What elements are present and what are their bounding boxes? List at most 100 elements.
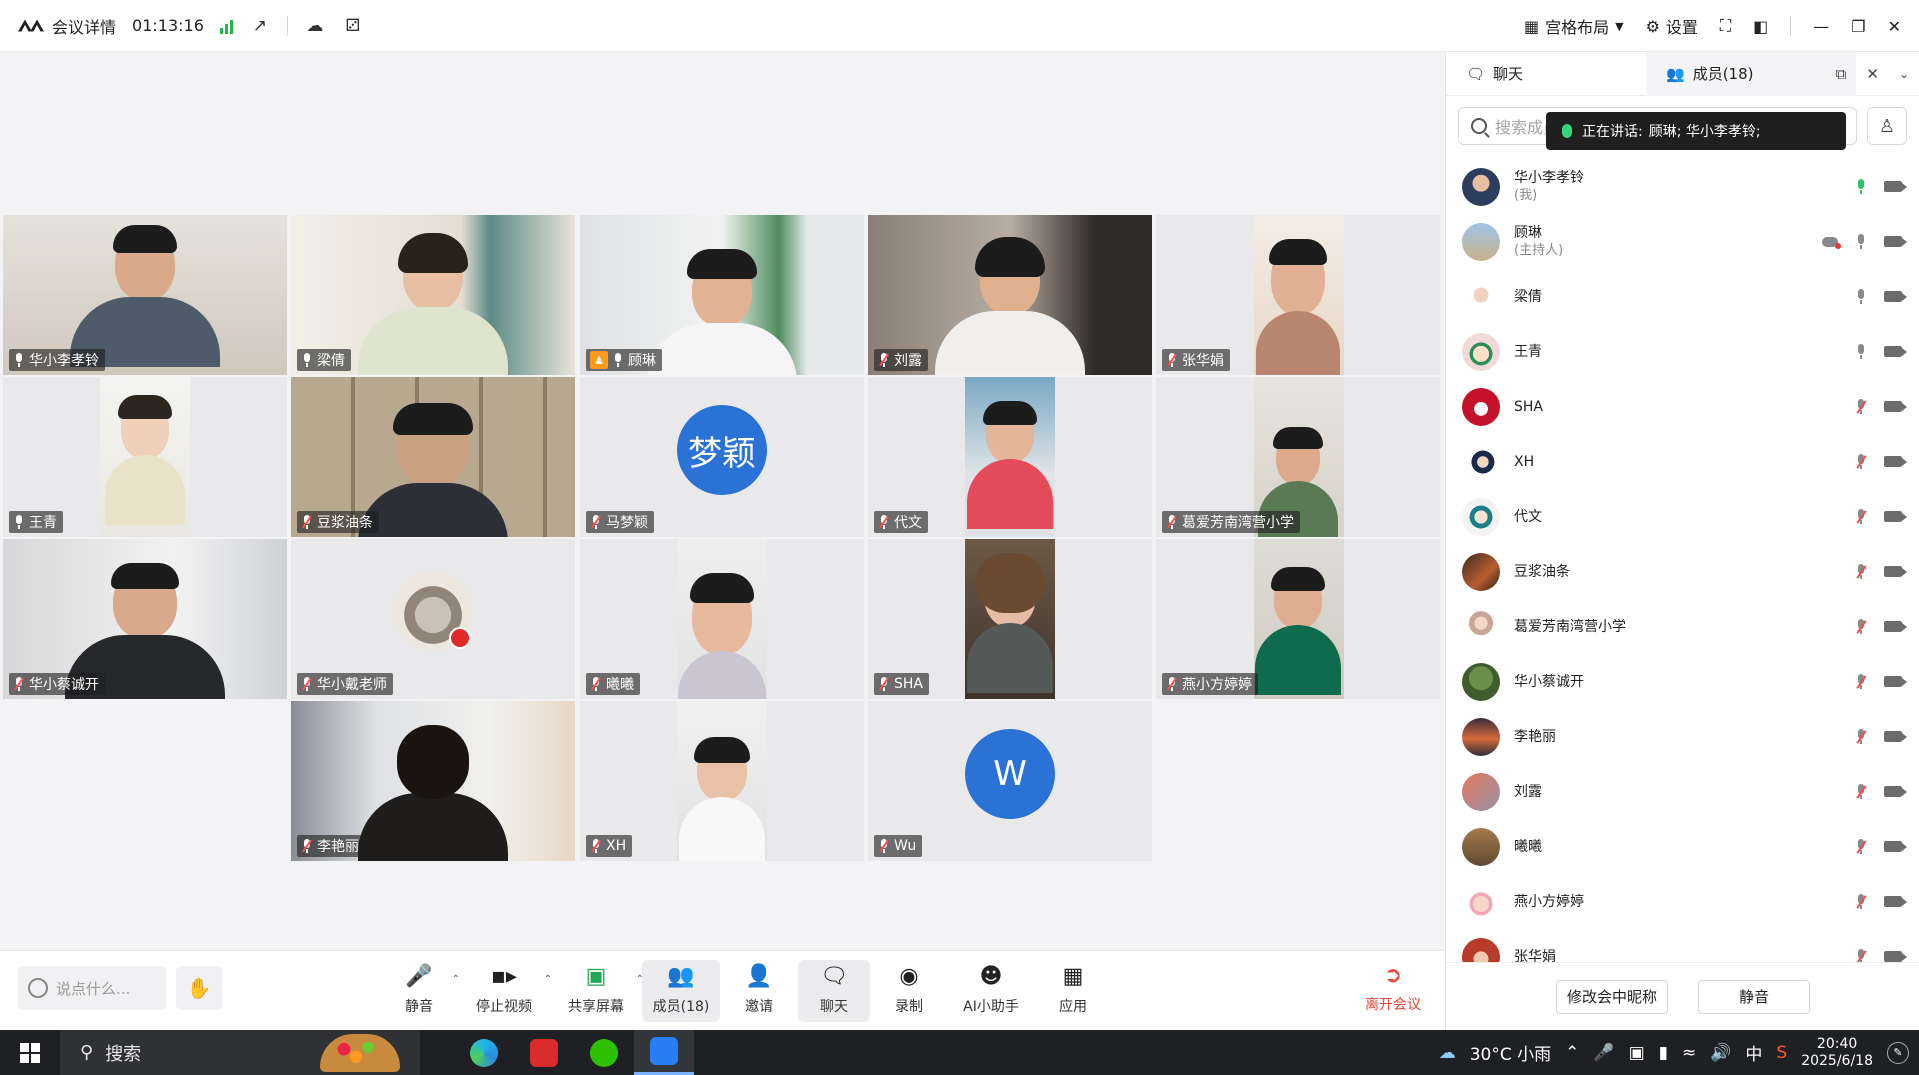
battery-icon[interactable]: ▮	[1659, 1043, 1668, 1063]
camera-icon[interactable]	[1884, 456, 1907, 467]
weather-label[interactable]: 30°C 小雨	[1470, 1040, 1551, 1065]
microphone-icon[interactable]: 🎤	[1593, 1043, 1614, 1063]
apps-button[interactable]: ▦ 应用	[1034, 960, 1112, 1022]
video-tile[interactable]: 王青	[3, 377, 287, 537]
mic-icon[interactable]	[1856, 178, 1866, 195]
video-tile[interactable]: 曦曦	[580, 539, 864, 699]
video-tile[interactable]: ♟ 顾琳	[580, 215, 864, 375]
tencent-meeting-app[interactable]	[634, 1030, 694, 1075]
start-button[interactable]	[0, 1030, 60, 1075]
chat-button[interactable]: 🗨 聊天	[798, 960, 870, 1022]
camera-icon[interactable]	[1884, 236, 1907, 247]
camera-icon[interactable]	[1884, 676, 1907, 687]
video-tile[interactable]: XH	[580, 701, 864, 861]
member-row[interactable]: 王青	[1446, 324, 1919, 379]
stop-video-button[interactable]: ▪▸ 停止视频 ⌃	[458, 960, 552, 1022]
video-tile[interactable]: 张华娟	[1156, 215, 1440, 375]
camera-icon[interactable]	[1884, 181, 1907, 192]
mic-icon[interactable]	[1856, 233, 1866, 250]
members-button[interactable]: 👥 成员(18)	[642, 960, 720, 1022]
video-tile[interactable]: SHA	[868, 539, 1152, 699]
video-tile[interactable]: W Wu	[868, 701, 1152, 861]
leave-meeting-button[interactable]: ➲ 离开会议	[1365, 963, 1421, 1014]
close-icon[interactable]: ✕	[1866, 65, 1879, 83]
video-tile[interactable]: 葛爱芳南湾营小学	[1156, 377, 1440, 537]
input-method-indicator[interactable]: 中	[1745, 1040, 1762, 1065]
video-tile[interactable]: 代文	[868, 377, 1152, 537]
camera-icon[interactable]	[1884, 896, 1907, 907]
mic-muted-icon[interactable]	[1856, 838, 1867, 855]
share-screen-button[interactable]: ▣ 共享屏幕 ⌃	[550, 960, 644, 1022]
mic-muted-icon[interactable]	[1856, 783, 1867, 800]
member-row[interactable]: 豆浆油条	[1446, 544, 1919, 599]
tab-members[interactable]: 👥 成员(18)	[1646, 51, 1856, 96]
camera-icon[interactable]	[1884, 786, 1907, 797]
emoji-icon[interactable]	[28, 978, 48, 998]
weather-icon[interactable]: ☁	[1439, 1043, 1456, 1063]
wechat-app[interactable]	[574, 1030, 634, 1075]
member-row[interactable]: 张华娟	[1446, 929, 1919, 962]
close-button[interactable]: ✕	[1888, 17, 1901, 36]
video-tile[interactable]: 梁倩	[291, 215, 575, 375]
member-row[interactable]: 梁倩	[1446, 269, 1919, 324]
minimize-button[interactable]: —	[1813, 17, 1829, 36]
camera-icon[interactable]	[1884, 511, 1907, 522]
member-row[interactable]: 葛爱芳南湾营小学	[1446, 599, 1919, 654]
sogou-icon[interactable]: S	[1776, 1043, 1787, 1063]
sidebar-toggle-icon[interactable]: ◧	[1753, 17, 1768, 36]
member-row[interactable]: 代文	[1446, 489, 1919, 544]
settings-button[interactable]: ⚙ 设置	[1646, 14, 1698, 38]
member-row[interactable]: 李艳丽	[1446, 709, 1919, 764]
member-row[interactable]: 燕小方婷婷	[1446, 874, 1919, 929]
camera-icon[interactable]	[1884, 731, 1907, 742]
mic-muted-icon[interactable]	[1856, 673, 1867, 690]
notification-icon[interactable]: ✎	[1887, 1041, 1909, 1064]
mic-muted-icon[interactable]	[1856, 618, 1867, 635]
wps-app[interactable]	[514, 1030, 574, 1075]
mic-muted-icon[interactable]	[1856, 728, 1867, 745]
video-tile[interactable]: 华小李孝铃	[3, 215, 287, 375]
member-row[interactable]: 曦曦	[1446, 819, 1919, 874]
mute-button[interactable]: 🎤 静音 ⌃	[380, 960, 460, 1022]
record-button[interactable]: ◉ 录制	[870, 960, 948, 1022]
volume-icon[interactable]: 🔊	[1710, 1043, 1731, 1063]
tab-chat[interactable]: 🗨 聊天	[1446, 52, 1646, 96]
camera-icon[interactable]	[1884, 841, 1907, 852]
member-row[interactable]: SHA	[1446, 379, 1919, 434]
camera-icon[interactable]	[1884, 566, 1907, 577]
video-tile[interactable]: 李艳丽	[291, 701, 575, 861]
mic-icon[interactable]	[1856, 343, 1866, 360]
taskbar-search[interactable]: ⚲ 搜索	[60, 1030, 420, 1075]
invite-button[interactable]: 👤 邀请	[720, 960, 798, 1022]
clock[interactable]: 20:40 2025/6/18	[1801, 1036, 1873, 1070]
raise-hand-button[interactable]: ✋	[176, 966, 222, 1010]
wifi-icon[interactable]: ≈	[1682, 1043, 1696, 1063]
mute-all-button[interactable]: 静音	[1698, 979, 1810, 1014]
video-tile[interactable]: 燕小方婷婷	[1156, 539, 1440, 699]
rename-button[interactable]: 修改会中昵称	[1556, 979, 1668, 1014]
member-row[interactable]: 华小蔡诚开	[1446, 654, 1919, 709]
network-signal-icon[interactable]	[219, 18, 233, 34]
mic-muted-icon[interactable]	[1856, 563, 1867, 580]
mic-muted-icon[interactable]	[1856, 508, 1867, 525]
cloud-record-icon[interactable]: ☁	[304, 15, 326, 37]
member-row[interactable]: XH	[1446, 434, 1919, 489]
video-tile[interactable]: 刘露	[868, 215, 1152, 375]
mic-muted-icon[interactable]	[1856, 453, 1867, 470]
video-tile[interactable]: 华小戴老师	[291, 539, 575, 699]
video-tile[interactable]: 豆浆油条	[291, 377, 575, 537]
camera-icon[interactable]	[1884, 291, 1907, 302]
invite-member-button[interactable]: ♙	[1867, 107, 1907, 145]
camera-icon[interactable]	[1884, 621, 1907, 632]
edge-app[interactable]	[454, 1030, 514, 1075]
mic-muted-icon[interactable]	[1856, 948, 1867, 962]
popout-icon[interactable]: ⧉	[1836, 65, 1847, 83]
mic-muted-icon[interactable]	[1856, 893, 1867, 910]
member-row[interactable]: 顾琳 (主持人)	[1446, 214, 1919, 269]
chevron-down-icon[interactable]: ⌄	[1899, 67, 1909, 81]
video-tile[interactable]: 华小蔡诚开	[3, 539, 287, 699]
member-row[interactable]: 刘露	[1446, 764, 1919, 819]
member-row[interactable]: 华小李孝铃 (我)	[1446, 159, 1919, 214]
camera-icon[interactable]	[1884, 346, 1907, 357]
display-icon[interactable]: ▣	[1629, 1043, 1645, 1063]
